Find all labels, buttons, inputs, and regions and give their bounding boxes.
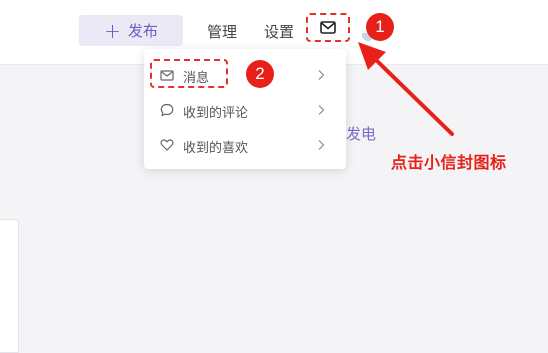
menu-item-comments[interactable]: 收到的评论 xyxy=(144,92,346,128)
nav-manage[interactable]: 管理 xyxy=(207,21,237,42)
messages-highlight-box xyxy=(150,59,228,88)
chevron-right-icon xyxy=(318,70,325,80)
chevron-right-icon xyxy=(318,140,325,150)
heart-icon xyxy=(160,139,174,151)
content-card xyxy=(0,219,19,353)
publish-label: 发布 xyxy=(127,22,158,40)
mail-button[interactable] xyxy=(306,13,350,42)
mail-icon xyxy=(320,21,336,34)
publish-button[interactable]: + 发布 xyxy=(79,15,183,46)
menu-item-likes[interactable]: 收到的喜欢 xyxy=(144,127,346,163)
step-2-badge: 2 xyxy=(246,60,274,88)
instruction-text: 点击小信封图标 xyxy=(391,153,507,172)
comment-bubble-icon xyxy=(160,103,174,117)
step-1-badge: 1 xyxy=(366,13,394,41)
nav-settings[interactable]: 设置 xyxy=(264,21,294,42)
plus-icon: + xyxy=(104,18,121,43)
menu-item-label: 收到的评论 xyxy=(183,106,249,121)
background-link-text: 发电 xyxy=(346,125,377,143)
chevron-right-icon xyxy=(318,105,325,115)
menu-item-label: 收到的喜欢 xyxy=(183,141,249,156)
